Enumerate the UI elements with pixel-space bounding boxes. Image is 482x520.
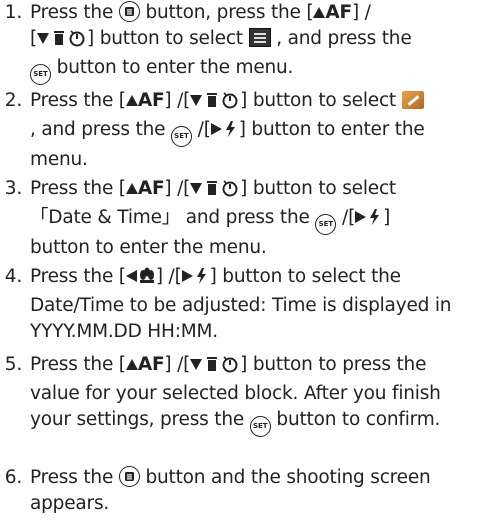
step-text-part: Press the: [30, 2, 119, 23]
step-text-part: ] /[: [164, 90, 191, 111]
step-text: Press the [] /[] button to select the Da…: [30, 264, 474, 345]
right-flash-icon: [181, 267, 210, 293]
af-label: AF: [325, 2, 352, 23]
right-flash-icon: [355, 208, 383, 234]
step-text-part: 「Date & Time」 and press the: [30, 207, 316, 228]
step-text: Press the button, press the [ AF] / [ ] but…: [30, 0, 474, 85]
up-af-icon: [125, 95, 138, 106]
set-button-icon: SET: [30, 64, 51, 85]
step-text-part: [: [30, 28, 38, 49]
step-text-part: /[: [336, 207, 356, 228]
step-text-part: button to enter the menu.: [30, 237, 267, 258]
right-flash-icon: [210, 120, 239, 146]
down-delete-selftimer-icon: [190, 355, 240, 381]
instruction-page: 1 Press the button, press the [AF] /[] b…: [0, 0, 482, 520]
step-text-part: Press the [: [30, 266, 126, 287]
step-text-part: ] /[: [155, 266, 182, 287]
step-text-part: Press the [: [30, 90, 126, 111]
menu-button-icon: [118, 1, 140, 22]
step-text-part: Press the [: [30, 178, 126, 199]
step-text-part: ] /[: [164, 354, 191, 375]
menu-button-icon: [118, 466, 140, 487]
step-number: 1: [0, 0, 22, 26]
step-text-part: /[: [191, 119, 211, 140]
step-text-part: Press the: [30, 467, 119, 488]
step-2: 2 Press the [ AF] /[ ] button to select , …: [0, 88, 474, 173]
up-af-icon: [125, 183, 138, 194]
set-button-icon: SET: [315, 214, 337, 235]
step-number: 3: [0, 176, 22, 202]
step-text-part: ] button to select: [240, 178, 396, 199]
af-label: AF: [137, 90, 165, 111]
down-delete-selftimer-icon: [190, 179, 240, 205]
step-number: 4: [0, 264, 22, 290]
set-button-icon: SET: [249, 416, 271, 437]
step-5: 5 Press the [AF] /[] button to press the…: [0, 352, 474, 437]
af-label: AF: [137, 178, 165, 199]
step-text-part: , and press the: [30, 119, 171, 140]
step-text-part: ] button to select: [240, 90, 402, 111]
step-4: 4 Press the [] /[] button to select the …: [0, 264, 474, 345]
step-text-part: button to enter the menu.: [51, 57, 294, 78]
setup-wrench-icon: [401, 91, 424, 109]
step-text-part: Press the [: [30, 354, 126, 375]
step-text-part: ]: [383, 207, 391, 228]
step-text-part: ] button to select: [87, 28, 249, 49]
step-text-part: button to confirm.: [270, 409, 441, 430]
step-number: 2: [0, 88, 22, 114]
step-text-part: , and press the: [270, 28, 412, 49]
up-af-icon: [313, 7, 326, 18]
step-text: Press the [ AF] /[ ] button to select , an…: [30, 88, 474, 173]
menu-tab-icon: [248, 28, 271, 47]
left-macro-icon: [125, 267, 156, 293]
step-text: Press the [AF] /[] button to press the v…: [30, 352, 474, 437]
step-text-part: ] /: [351, 2, 371, 23]
step-number: 5: [0, 352, 22, 378]
step-number: 6: [0, 465, 22, 491]
step-1: 1 Press the button, press the [ AF] / [ ] b…: [0, 0, 474, 85]
step-3: 3 Press the [ AF] /[ ] button to select 「Da…: [0, 176, 474, 261]
step-text: Press the button and the shooting screen…: [30, 465, 474, 517]
step-text-part: ] /[: [164, 178, 191, 199]
af-label: AF: [137, 354, 165, 375]
down-delete-selftimer-icon: [37, 29, 87, 55]
up-af-icon: [125, 359, 138, 370]
step-text-part: button, press the [: [139, 2, 314, 23]
down-delete-selftimer-icon: [190, 91, 240, 117]
step-6: 6 Press the button and the shooting scre…: [0, 465, 474, 517]
step-text: Press the [ AF] /[ ] button to select 「Date…: [30, 176, 474, 261]
set-button-icon: SET: [170, 126, 192, 147]
